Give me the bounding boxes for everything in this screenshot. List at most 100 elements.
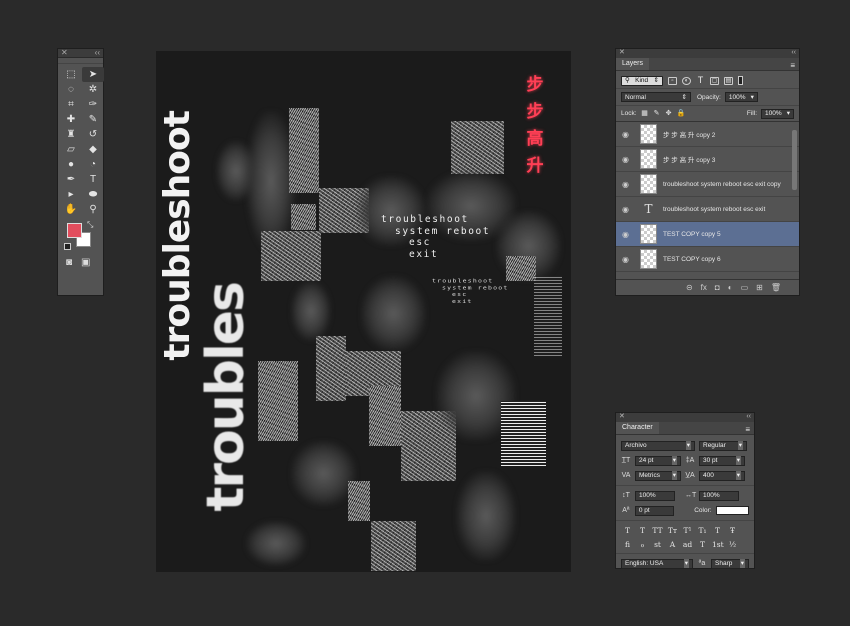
lock-all-icon[interactable]: 🔒: [677, 110, 686, 118]
type-tool-icon[interactable]: T: [82, 172, 104, 187]
font-family-select[interactable]: Archivo ▾: [621, 440, 695, 451]
close-icon[interactable]: ✕: [619, 413, 625, 422]
visibility-eye-icon[interactable]: ◉: [622, 255, 634, 264]
hand-tool-icon[interactable]: ✋: [60, 202, 82, 217]
horizontal-scale-field[interactable]: 100%: [699, 490, 739, 501]
crop-tool-icon[interactable]: ⌗: [60, 97, 82, 112]
close-icon[interactable]: ✕: [61, 49, 68, 57]
layer-row[interactable]: ◉ TEST COPY copy 5: [616, 222, 799, 247]
lasso-tool-icon[interactable]: ◌: [60, 82, 82, 97]
foreground-color-swatch[interactable]: [67, 223, 82, 238]
font-size-field[interactable]: 24 pt ▾: [635, 455, 681, 466]
tracking-select[interactable]: 400 ▾: [699, 470, 745, 481]
healing-brush-tool-icon[interactable]: ✚: [60, 112, 82, 127]
layer-row[interactable]: ◉ 步 步 高 升 copy 2: [616, 122, 799, 147]
paint-bucket-tool-icon[interactable]: ◆: [82, 142, 104, 157]
font-style-select[interactable]: Regular ▾: [699, 440, 747, 451]
small-caps-button[interactable]: Tт: [667, 526, 678, 535]
standard-ligatures-button[interactable]: fi: [622, 540, 633, 549]
move-tool-icon[interactable]: ➤: [82, 67, 104, 82]
document-canvas[interactable]: troubleshoot troubles 步步高升 troubleshoot s…: [156, 51, 571, 572]
strikethrough-button[interactable]: Ŧ: [727, 526, 738, 535]
new-layer-icon[interactable]: ⊞: [756, 283, 763, 292]
screen-mode-icon[interactable]: ▣: [81, 257, 90, 268]
stylistic-alternates-button[interactable]: ad: [682, 540, 693, 549]
visibility-eye-icon[interactable]: ◉: [622, 130, 634, 139]
fractions-button[interactable]: ½: [727, 540, 738, 549]
layer-row[interactable]: ◉ troubleshoot system reboot esc exit cop…: [616, 172, 799, 197]
underline-button[interactable]: T: [712, 526, 723, 535]
shape-filter-icon[interactable]: ▢: [710, 76, 719, 85]
new-group-icon[interactable]: ▭: [741, 283, 749, 292]
adjustment-filter-icon[interactable]: ◐: [682, 76, 691, 85]
layer-filter-select[interactable]: ⚲ Kind ⇕: [621, 75, 663, 86]
quick-mask-icon[interactable]: ◙: [66, 257, 72, 268]
swash-button[interactable]: A: [667, 540, 678, 549]
kerning-select[interactable]: Metrics ▾: [635, 470, 681, 481]
visibility-eye-icon[interactable]: ◉: [622, 155, 634, 164]
eyedropper-tool-icon[interactable]: ✑: [82, 97, 104, 112]
magic-wand-tool-icon[interactable]: ✲: [82, 82, 104, 97]
type-filter-icon[interactable]: T: [696, 75, 705, 85]
superscript-button[interactable]: T¹: [682, 526, 693, 535]
faux-italic-button[interactable]: T: [637, 526, 648, 535]
language-select[interactable]: English: USA ▾: [621, 558, 693, 569]
leading-field[interactable]: 30 pt ▾: [699, 455, 745, 466]
visibility-eye-icon[interactable]: ◉: [622, 205, 634, 214]
zoom-tool-icon[interactable]: ⚲: [82, 202, 104, 217]
smart-object-filter-icon[interactable]: ▤: [724, 76, 733, 85]
faux-bold-button[interactable]: T: [622, 526, 633, 535]
dodge-tool-icon[interactable]: ◔: [82, 157, 104, 172]
layers-scrollbar[interactable]: [792, 130, 797, 190]
opacity-field[interactable]: 100% ▾: [724, 92, 758, 102]
antialias-icon: ªa: [698, 560, 706, 567]
layer-row[interactable]: ◉ 步 步 高 升 copy 3: [616, 147, 799, 172]
titling-alternates-button[interactable]: T: [697, 540, 708, 549]
layer-mask-icon[interactable]: ◘: [715, 283, 720, 292]
text-color-swatch[interactable]: [715, 506, 749, 515]
discretionary-ligatures-button[interactable]: st: [652, 540, 663, 549]
marquee-tool-icon[interactable]: ⬚: [60, 67, 82, 82]
layer-row[interactable]: ◉ Ttroubleshoot system reboot esc exit: [616, 197, 799, 222]
pen-tool-icon[interactable]: ✒: [60, 172, 82, 187]
collapse-icon[interactable]: ‹‹: [95, 49, 100, 57]
swap-colors-icon[interactable]: ⤡: [87, 220, 93, 230]
clone-stamp-tool-icon[interactable]: ♜: [60, 127, 82, 142]
filter-toggle-icon[interactable]: [738, 76, 743, 85]
kerning-icon: VA: [621, 472, 631, 479]
lock-position-icon[interactable]: ✥: [665, 110, 673, 118]
eraser-tool-icon[interactable]: ▱: [60, 142, 82, 157]
lock-image-pixels-icon[interactable]: ✎: [653, 110, 661, 118]
fill-field[interactable]: 100% ▾: [761, 108, 794, 119]
collapse-icon[interactable]: ‹‹: [791, 49, 796, 58]
close-icon[interactable]: ✕: [619, 49, 625, 58]
blend-mode-select[interactable]: Normal ⇕: [621, 92, 691, 102]
visibility-eye-icon[interactable]: ◉: [622, 180, 634, 189]
layer-style-icon[interactable]: fx: [701, 283, 707, 292]
panel-menu-icon[interactable]: ≡: [745, 425, 750, 434]
delete-layer-icon[interactable]: 🗑: [771, 283, 781, 292]
link-layers-icon[interactable]: ⊝: [686, 283, 693, 292]
baseline-shift-field[interactable]: 0 pt: [634, 505, 675, 516]
tab-layers[interactable]: Layers: [616, 58, 650, 70]
all-caps-button[interactable]: TT: [652, 526, 663, 535]
panel-menu-icon[interactable]: ≡: [790, 61, 795, 70]
ordinals-button[interactable]: 1st: [712, 540, 724, 549]
image-filter-icon[interactable]: ▫: [668, 76, 677, 85]
tab-character[interactable]: Character: [616, 422, 659, 434]
collapse-icon[interactable]: ‹‹: [746, 413, 751, 422]
antialias-select[interactable]: Sharp ▾: [711, 558, 749, 569]
adjustment-layer-icon[interactable]: ◐: [728, 283, 733, 292]
default-colors-icon[interactable]: [64, 243, 71, 250]
history-brush-tool-icon[interactable]: ↺: [82, 127, 104, 142]
layer-row[interactable]: ◉ TEST COPY copy 6: [616, 247, 799, 272]
lock-transparent-pixels-icon[interactable]: ▦: [641, 110, 649, 118]
brush-tool-icon[interactable]: ✎: [82, 112, 104, 127]
visibility-eye-icon[interactable]: ◉: [622, 230, 634, 239]
shape-tool-icon[interactable]: ⬬: [82, 187, 104, 202]
subscript-button[interactable]: T₁: [697, 526, 708, 535]
contextual-alternates-button[interactable]: ℴ: [637, 540, 648, 549]
blur-tool-icon[interactable]: ●: [60, 157, 82, 172]
vertical-scale-field[interactable]: 100%: [635, 490, 675, 501]
path-selection-tool-icon[interactable]: ▸: [60, 187, 82, 202]
